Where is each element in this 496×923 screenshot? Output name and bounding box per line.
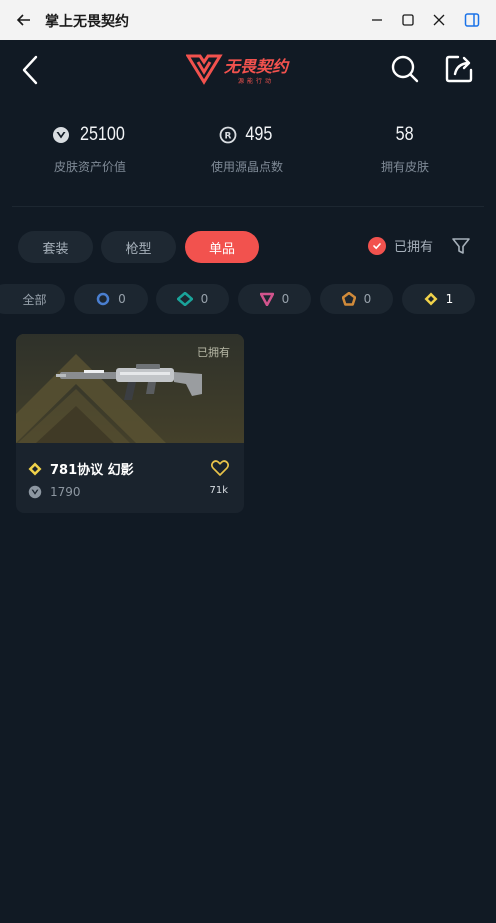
search-icon[interactable] (390, 54, 420, 84)
chip-select-tier[interactable]: 0 (74, 284, 148, 314)
svg-text:R: R (225, 132, 232, 142)
sidebar-toggle-button[interactable] (462, 10, 482, 30)
app-logo: 无畏契约 源能行动 (185, 52, 310, 86)
close-button[interactable] (429, 10, 449, 30)
app-content: 无畏契约 源能行动 25100 皮肤资产价值 R 495 使用源晶点数 58 拥… (0, 40, 496, 923)
deluxe-tier-icon (176, 292, 193, 306)
close-icon (433, 14, 445, 26)
stat-label: 使用源晶点数 (210, 160, 283, 174)
stat-label: 拥有皮肤 (380, 160, 429, 174)
exclusive-tier-icon (341, 292, 356, 306)
chip-all[interactable]: 全部 (0, 284, 65, 314)
tab-single-items[interactable]: 单品 (185, 231, 259, 263)
section-divider (12, 206, 484, 207)
skin-image: 已拥有 (16, 334, 244, 443)
skin-price: 1790 (28, 485, 81, 499)
share-icon[interactable] (444, 54, 476, 84)
chip-premium-tier[interactable]: 0 (238, 284, 311, 314)
stat-value: 495 (245, 124, 273, 145)
chip-all-label: 全部 (22, 292, 47, 307)
owned-badge: 已拥有 (197, 346, 230, 359)
window-titlebar: 掌上无畏契约 (0, 0, 496, 40)
owned-filter-toggle[interactable]: 已拥有 (368, 236, 433, 255)
logo-subtext: 源能行动 (238, 77, 274, 85)
chip-count: 1 (445, 292, 454, 306)
checkmark-icon (368, 236, 386, 255)
maximize-icon (402, 14, 414, 26)
skin-name: 781协议 幻影 (50, 463, 134, 478)
premium-tier-icon (259, 292, 274, 306)
minimize-button[interactable] (367, 10, 387, 30)
skin-price-value: 1790 (50, 485, 81, 499)
tab-weapon-type[interactable]: 枪型 (101, 231, 176, 263)
chip-exclusive-tier[interactable]: 0 (320, 284, 393, 314)
skin-card[interactable]: 已拥有 781协议 幻影 1790 71k (16, 334, 244, 513)
owned-filter-label: 已拥有 (394, 240, 434, 255)
stat-skin-value: 25100 皮肤资产价值 (15, 122, 165, 175)
chip-count: 0 (200, 292, 209, 306)
chip-deluxe-tier[interactable]: 0 (156, 284, 229, 314)
filter-funnel-icon[interactable] (450, 235, 472, 257)
select-tier-icon (96, 292, 110, 306)
stat-label: 皮肤资产价值 (53, 160, 126, 174)
tab-bundles[interactable]: 套装 (18, 231, 93, 263)
vp-icon (52, 127, 69, 143)
chip-count: 0 (281, 292, 290, 306)
stat-owned-skins: 58 拥有皮肤 (330, 122, 480, 175)
ultra-tier-icon (28, 462, 42, 475)
back-chevron-icon[interactable] (18, 54, 46, 86)
sidebar-panel-icon (464, 13, 480, 27)
stat-value: 25100 (79, 124, 125, 145)
vp-icon (28, 485, 42, 499)
heart-icon[interactable] (210, 458, 230, 478)
skin-title: 781协议 幻影 (28, 459, 134, 478)
maximize-button[interactable] (398, 10, 418, 30)
radianite-icon: R (219, 126, 237, 144)
minimize-icon (372, 19, 382, 21)
ultra-tier-icon (424, 292, 438, 306)
valorant-logo-icon: 无畏契约 源能行动 (185, 54, 290, 85)
chip-ultra-tier[interactable]: 1 (402, 284, 475, 314)
logo-text: 无畏契约 (223, 57, 290, 76)
window-title: 掌上无畏契约 (45, 14, 129, 30)
like-count: 71k (209, 485, 228, 496)
chip-count: 0 (363, 292, 372, 306)
chip-count: 0 (118, 292, 126, 306)
back-arrow-icon[interactable] (14, 10, 34, 30)
stat-radianite-points: R 495 使用源晶点数 (172, 122, 322, 175)
stat-value: 58 (396, 124, 414, 145)
